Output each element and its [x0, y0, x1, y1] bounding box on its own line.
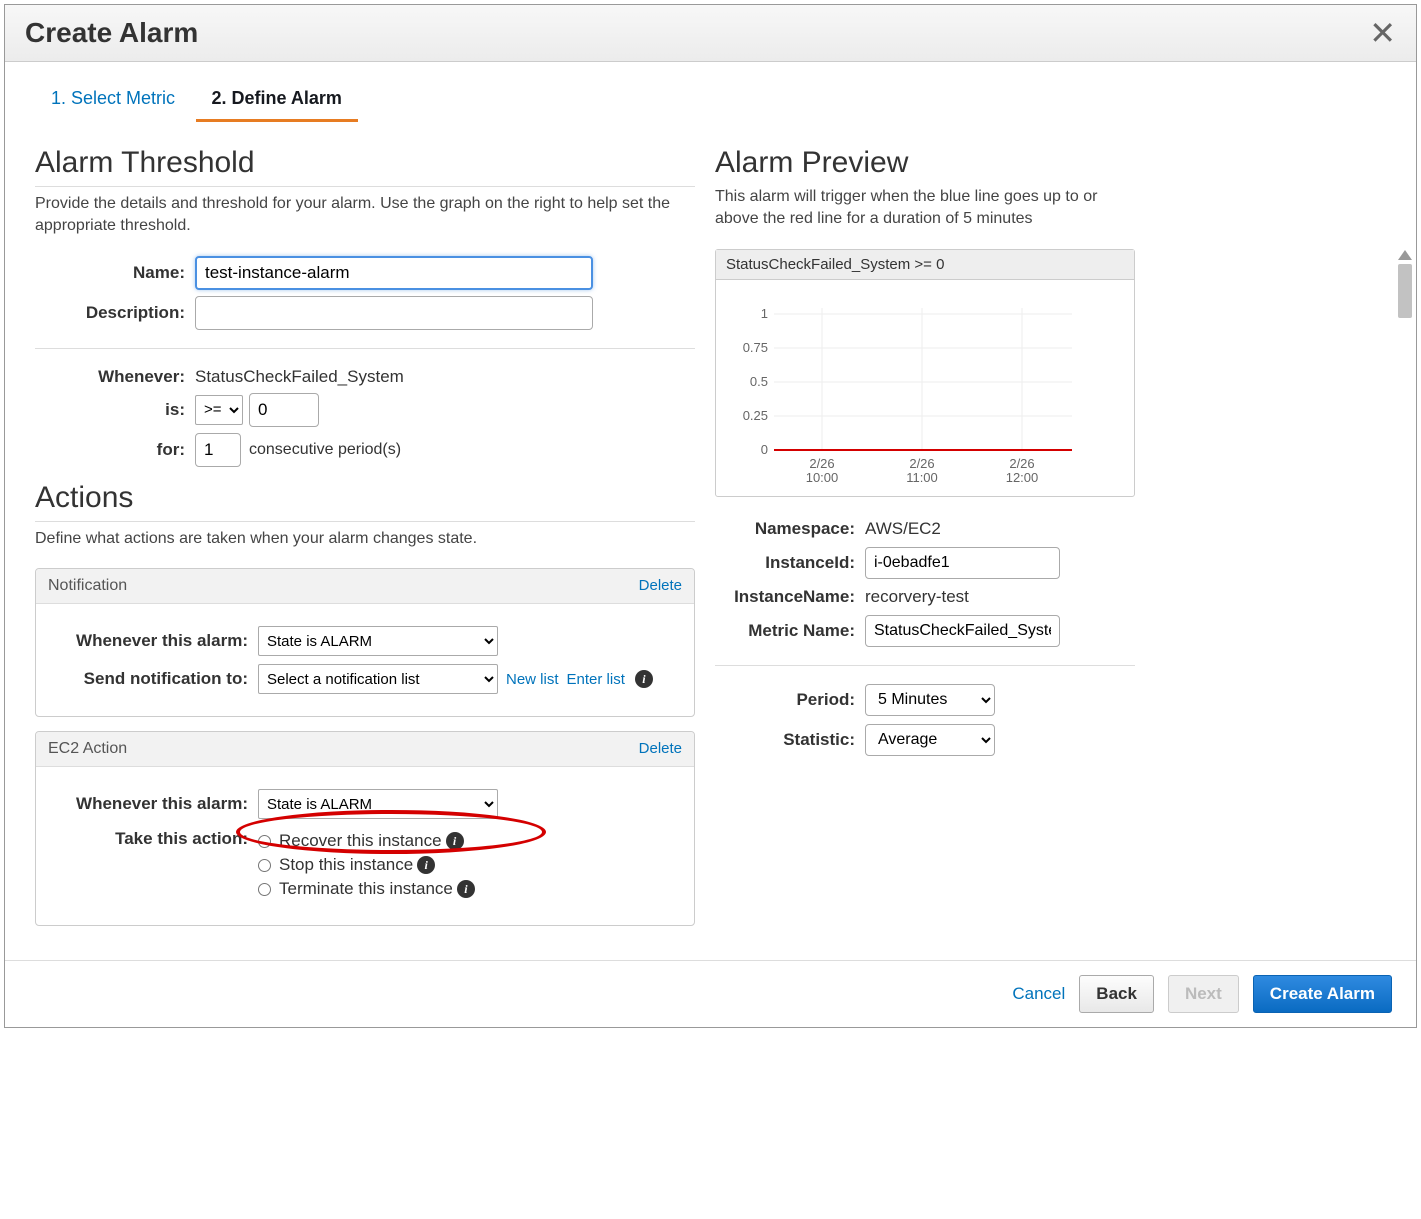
threshold-value-input[interactable]	[249, 393, 319, 427]
period-select[interactable]: 5 Minutes	[865, 684, 995, 716]
for-periods-input[interactable]	[195, 433, 241, 467]
actions-desc: Define what actions are taken when your …	[35, 528, 695, 550]
statistic-label: Statistic:	[715, 730, 865, 750]
instancename-value: recorvery-test	[865, 587, 969, 607]
is-label: is:	[35, 400, 195, 420]
stop-label: Stop this instance	[279, 855, 413, 875]
ec2-action-panel: EC2 Action Delete Whenever this alarm: S…	[35, 731, 695, 926]
svg-text:12:00: 12:00	[1006, 470, 1039, 485]
svg-text:10:00: 10:00	[806, 470, 839, 485]
tab-bar: 1. Select Metric 2. Define Alarm	[5, 62, 1416, 122]
instanceid-label: InstanceId:	[715, 553, 865, 573]
terminate-radio[interactable]	[258, 883, 271, 896]
chart-svg: 1 0.75 0.5 0.25 0	[722, 288, 1082, 488]
comparison-select[interactable]: >=	[195, 395, 243, 425]
next-button: Next	[1168, 975, 1239, 1013]
description-label: Description:	[35, 303, 195, 323]
recover-label: Recover this instance	[279, 831, 442, 851]
recover-radio[interactable]	[258, 835, 271, 848]
svg-text:2/26: 2/26	[909, 456, 934, 471]
notification-title: Notification	[48, 577, 127, 595]
preview-heading: Alarm Preview	[715, 146, 1135, 180]
svg-text:2/26: 2/26	[1009, 456, 1034, 471]
statistic-select[interactable]: Average	[865, 724, 995, 756]
info-icon[interactable]: i	[457, 880, 475, 898]
for-label: for:	[35, 440, 195, 460]
preview-chart: StatusCheckFailed_System >= 0 1 0.75 0.5…	[715, 249, 1135, 497]
scroll-up-icon[interactable]	[1398, 250, 1412, 260]
for-suffix: consecutive period(s)	[249, 441, 401, 459]
notif-send-label: Send notification to:	[48, 669, 258, 689]
svg-text:0.25: 0.25	[743, 408, 768, 423]
ec2-whenever-label: Whenever this alarm:	[48, 794, 258, 814]
metricname-input[interactable]	[865, 615, 1060, 647]
tab-select-metric[interactable]: 1. Select Metric	[35, 80, 191, 119]
enter-list-link[interactable]: Enter list	[567, 671, 625, 688]
close-icon[interactable]: ✕	[1369, 17, 1396, 49]
cancel-link[interactable]: Cancel	[1012, 984, 1065, 1004]
notif-send-select[interactable]: Select a notification list	[258, 664, 498, 694]
stop-radio[interactable]	[258, 859, 271, 872]
info-icon[interactable]: i	[417, 856, 435, 874]
notification-delete-link[interactable]: Delete	[639, 577, 682, 595]
dialog-title: Create Alarm	[25, 17, 198, 49]
svg-text:0.5: 0.5	[750, 374, 768, 389]
chart-title: StatusCheckFailed_System >= 0	[716, 250, 1134, 280]
ec2-whenever-select[interactable]: State is ALARM	[258, 789, 498, 819]
ec2-delete-link[interactable]: Delete	[639, 740, 682, 758]
namespace-value: AWS/EC2	[865, 519, 941, 539]
metricname-label: Metric Name:	[715, 621, 865, 641]
description-input[interactable]	[195, 296, 593, 330]
threshold-desc: Provide the details and threshold for yo…	[35, 193, 695, 238]
create-alarm-button[interactable]: Create Alarm	[1253, 975, 1392, 1013]
name-input[interactable]	[195, 256, 593, 290]
new-list-link[interactable]: New list	[506, 671, 559, 688]
notification-panel: Notification Delete Whenever this alarm:…	[35, 568, 695, 717]
terminate-label: Terminate this instance	[279, 879, 453, 899]
threshold-heading: Alarm Threshold	[35, 146, 695, 187]
ec2-take-action-label: Take this action:	[48, 827, 258, 849]
svg-text:0.75: 0.75	[743, 340, 768, 355]
svg-text:1: 1	[761, 306, 768, 321]
info-icon[interactable]: i	[635, 670, 653, 688]
back-button[interactable]: Back	[1079, 975, 1154, 1013]
svg-text:0: 0	[761, 442, 768, 457]
svg-text:11:00: 11:00	[906, 470, 938, 485]
info-icon[interactable]: i	[446, 832, 464, 850]
name-label: Name:	[35, 263, 195, 283]
whenever-label: Whenever:	[35, 367, 195, 387]
notif-whenever-label: Whenever this alarm:	[48, 631, 258, 651]
tab-define-alarm[interactable]: 2. Define Alarm	[196, 80, 358, 122]
namespace-label: Namespace:	[715, 519, 865, 539]
instanceid-input[interactable]	[865, 547, 1060, 579]
notif-whenever-select[interactable]: State is ALARM	[258, 626, 498, 656]
period-label: Period:	[715, 690, 865, 710]
instancename-label: InstanceName:	[715, 587, 865, 607]
preview-desc: This alarm will trigger when the blue li…	[715, 186, 1135, 231]
actions-heading: Actions	[35, 481, 695, 522]
ec2-title: EC2 Action	[48, 740, 127, 758]
whenever-metric-value: StatusCheckFailed_System	[195, 367, 404, 387]
svg-text:2/26: 2/26	[809, 456, 834, 471]
scrollbar-thumb[interactable]	[1398, 264, 1412, 318]
